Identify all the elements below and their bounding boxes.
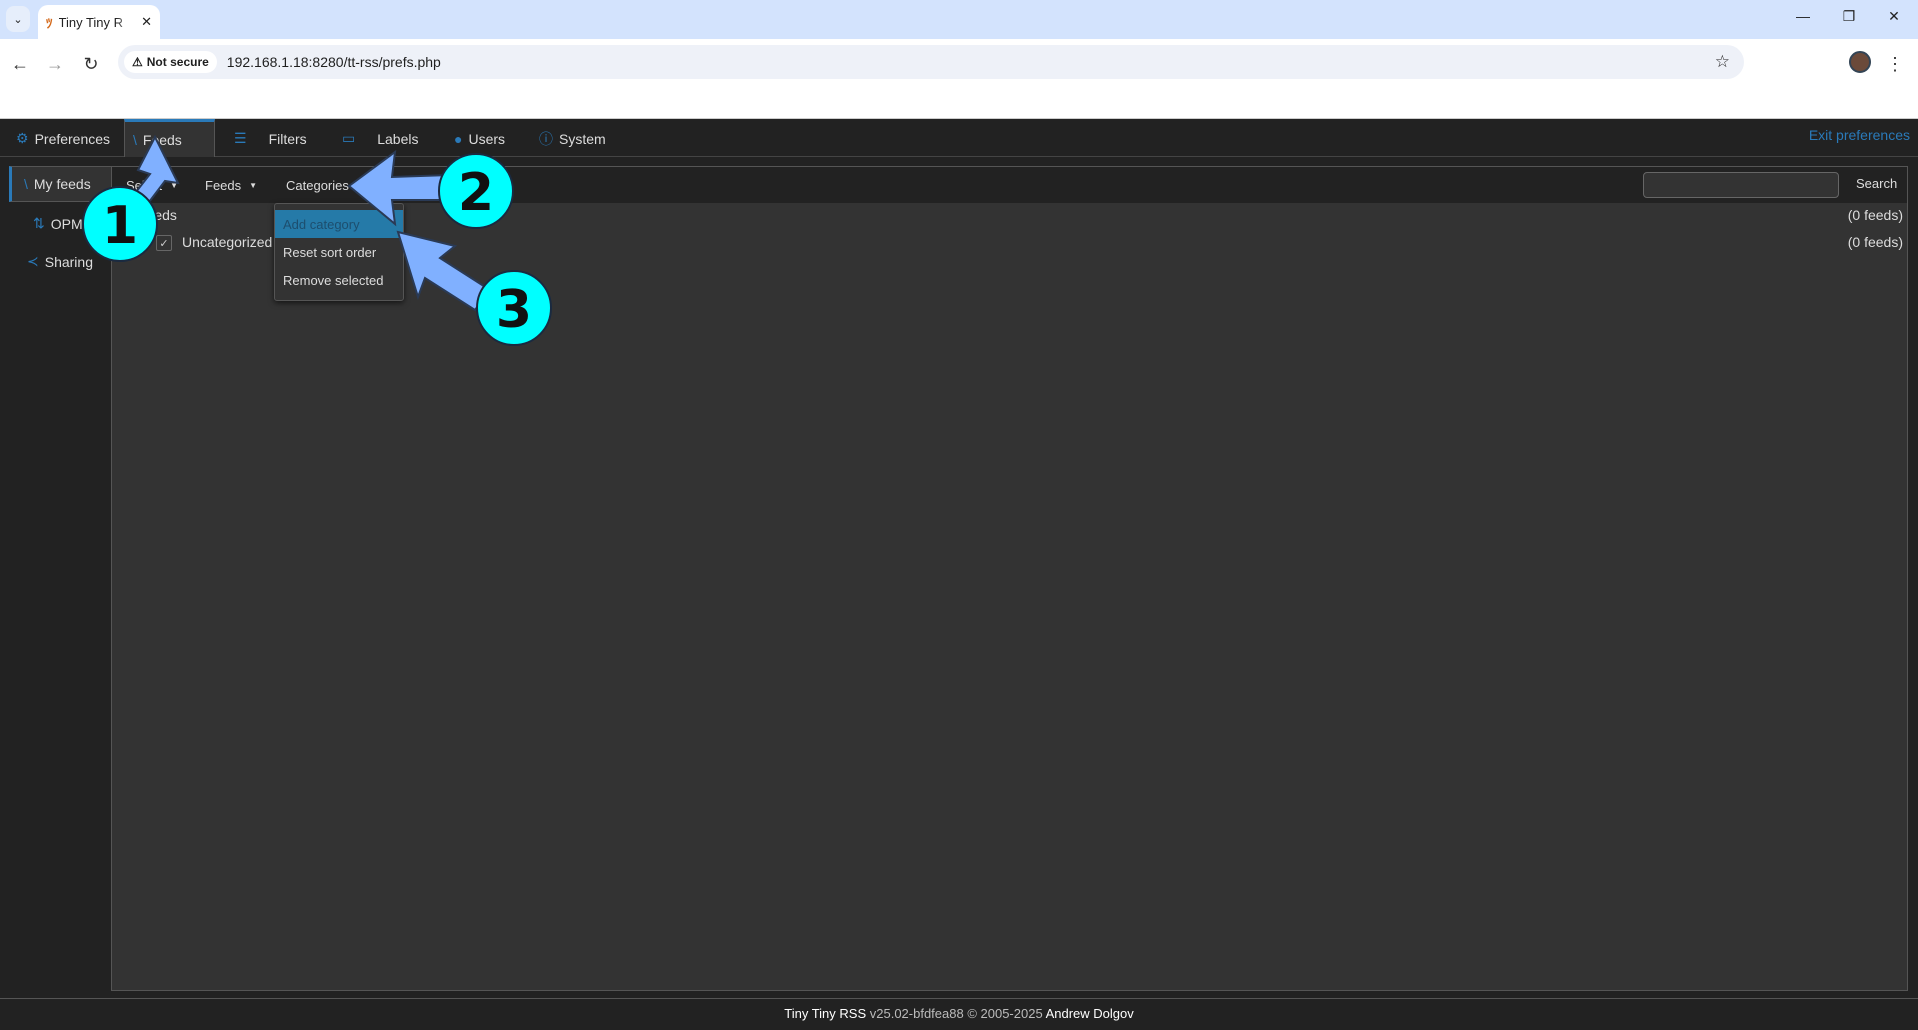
menu-item-add-category[interactable]: Add category	[275, 210, 403, 238]
sort-arrows-icon: ⇅	[33, 215, 45, 231]
restore-button[interactable]: ❐	[1834, 8, 1864, 30]
close-window-button[interactable]: ✕	[1879, 8, 1909, 30]
browser-menu-button[interactable]: ⋮	[1882, 51, 1908, 77]
caret-down-icon: ▼	[170, 180, 179, 190]
prefs-sidebar	[0, 157, 111, 997]
rss-icon: \	[24, 176, 28, 192]
favicon-icon: ﾂ	[46, 15, 53, 31]
reload-button[interactable]: ↻	[78, 51, 104, 77]
browser-toolbar: ← → ↻ ⚠ Not secure 192.168.1.18:8280/tt-r…	[0, 39, 1918, 119]
tab-system[interactable]: ⓘ System	[531, 120, 614, 157]
sidebar-item-sharing[interactable]: ≺ Sharing	[27, 253, 93, 270]
user-icon: ●	[454, 130, 463, 147]
categories-menu-button[interactable]: Categories	[286, 167, 349, 203]
feeds-toolbar: Select ▼ Feeds ▼ Categories Search	[112, 167, 1907, 203]
feeds-menu-button[interactable]: Feeds ▼	[205, 167, 257, 203]
warning-icon: ⚠	[132, 55, 143, 69]
filter-icon: ☰	[234, 130, 247, 146]
tab-labels[interactable]: ▭ Labels	[334, 120, 427, 157]
back-button[interactable]: ←	[7, 51, 33, 77]
address-bar[interactable]: ⚠ Not secure 192.168.1.18:8280/tt-rss/pre…	[118, 45, 1744, 79]
sidebar-item-my-feeds[interactable]: \ My feeds	[9, 166, 111, 202]
category-checkbox[interactable]: ✓	[156, 235, 172, 251]
search-button[interactable]: Search	[1856, 176, 1897, 191]
gear-icon: ⚙	[16, 130, 29, 146]
forward-button[interactable]: →	[42, 51, 68, 77]
select-menu-button[interactable]: Select ▼	[126, 167, 178, 203]
bookmark-star-icon[interactable]: ☆	[1715, 52, 1730, 72]
prefs-tab-bar: ⚙ Preferences \ Feeds ☰ Filters ▭ Labels ● Us…	[0, 119, 1918, 157]
minimize-button[interactable]: —	[1788, 8, 1818, 30]
info-icon: ⓘ	[539, 130, 553, 147]
tab-filters[interactable]: ☰ Filters	[226, 120, 315, 157]
label-icon: ▭	[342, 130, 356, 146]
menu-item-remove-selected[interactable]: Remove selected	[275, 266, 403, 294]
url-text: 192.168.1.18:8280/tt-rss/prefs.php	[226, 54, 441, 70]
rss-icon: \	[133, 131, 137, 148]
footer: Tiny Tiny RSS v25.02-bfdfea88 © 2005-202…	[0, 998, 1918, 1030]
tab-users[interactable]: ● Users	[446, 120, 513, 157]
tab-feeds[interactable]: \ Feeds	[124, 119, 215, 157]
share-icon: ≺	[27, 253, 39, 269]
sidebar-item-opml[interactable]: ⇅ OPML	[33, 215, 90, 232]
tab-list-button[interactable]: ⌄	[6, 6, 30, 32]
tab-preferences[interactable]: ⚙ Preferences	[8, 120, 118, 157]
exit-preferences-link[interactable]: Exit preferences	[1809, 127, 1910, 143]
browser-tab-strip: ⌄ ﾂ Tiny Tiny R ✕ — ❐ ✕	[0, 0, 1918, 39]
tab-title: Tiny Tiny R	[58, 14, 124, 30]
search-input[interactable]	[1643, 172, 1839, 198]
menu-item-reset-sort-order[interactable]: Reset sort order	[275, 238, 403, 266]
caret-down-icon: ▼	[249, 180, 258, 190]
profile-avatar[interactable]	[1849, 51, 1871, 73]
browser-tab[interactable]: ﾂ Tiny Tiny R ✕	[38, 5, 160, 39]
security-chip[interactable]: ⚠ Not secure	[124, 51, 217, 73]
close-tab-icon[interactable]: ✕	[141, 14, 152, 30]
categories-dropdown-menu: Add category Reset sort order Remove sel…	[274, 203, 404, 301]
